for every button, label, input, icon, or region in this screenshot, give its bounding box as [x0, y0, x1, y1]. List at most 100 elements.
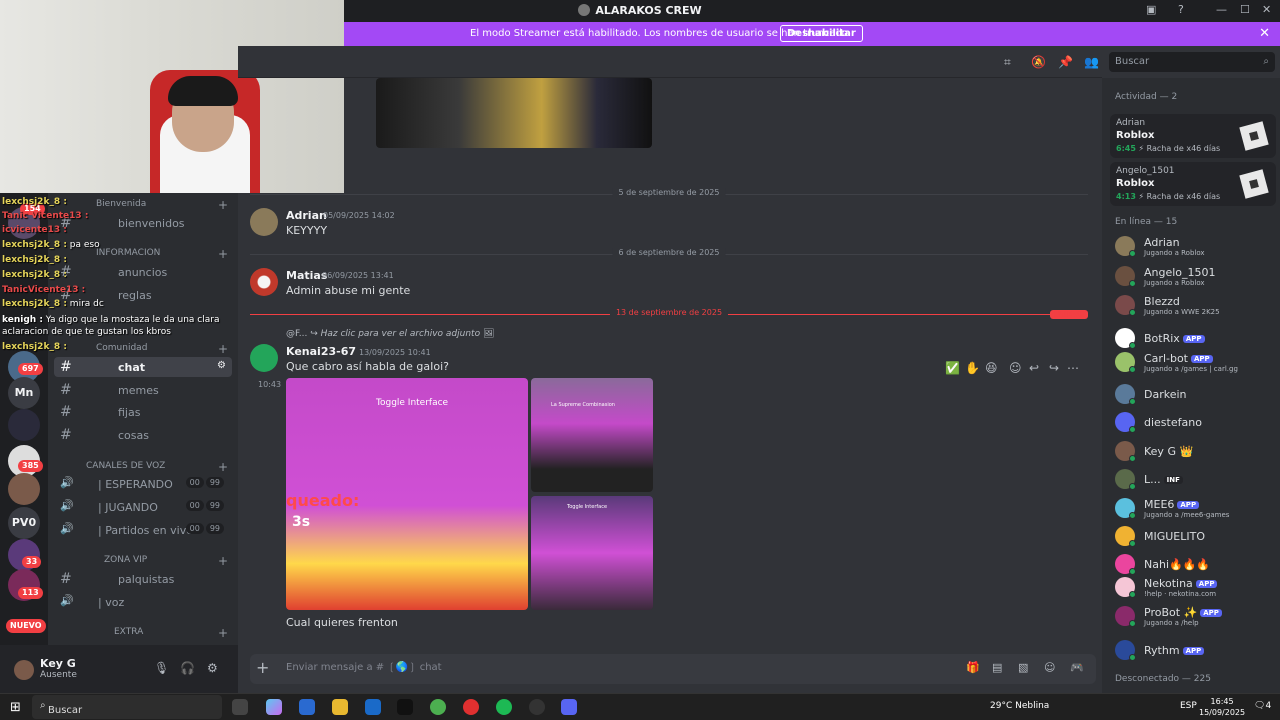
channel-fijas[interactable]: # fijas [54, 402, 232, 422]
emoji-icon[interactable]: ☺ [1044, 661, 1055, 674]
voice-channel-voz[interactable]: 🔊 | voz [54, 592, 232, 612]
channel-cosas[interactable]: # cosas [54, 425, 232, 445]
taskbar-search[interactable]: ⌕ Buscar [32, 695, 222, 719]
headphones-icon[interactable]: 🎧 [180, 661, 195, 675]
channel-palquistas[interactable]: # palquistas [54, 569, 232, 589]
server-icon[interactable] [8, 473, 40, 505]
member-row[interactable]: L... INF [1115, 467, 1275, 495]
channel-settings-icon[interactable]: ⚙ [217, 360, 226, 371]
outlook-icon[interactable] [365, 699, 381, 715]
spotify-icon[interactable] [496, 699, 512, 715]
member-row[interactable]: Key G 👑 [1115, 439, 1275, 467]
upload-icon[interactable]: + [256, 658, 269, 677]
pinned-icon[interactable]: 📌 [1058, 55, 1073, 69]
server-icon[interactable] [8, 409, 40, 441]
add-channel-icon[interactable]: + [218, 247, 228, 261]
clock[interactable]: 16:45 15/09/2025 [1199, 696, 1245, 718]
sticker-icon[interactable]: ▧ [1018, 661, 1028, 674]
avatar[interactable] [250, 208, 278, 236]
add-reaction-icon[interactable]: ☺ [1009, 361, 1022, 375]
forward-icon[interactable]: ↪ [1049, 361, 1059, 375]
minimize-button[interactable]: — [1216, 3, 1227, 16]
app-icon[interactable] [463, 699, 479, 715]
message-composer[interactable]: + Enviar mensaje a # ❲🌎❳ chat 🎁 ▤ ▧ ☺ 🎮 [250, 654, 1096, 684]
chrome-icon[interactable] [430, 699, 446, 715]
obs-icon[interactable] [529, 699, 545, 715]
member-row[interactable]: Darkein [1115, 382, 1275, 410]
channel-chat[interactable]: # chat ⚙ [54, 357, 232, 377]
search-input[interactable]: Buscar ⌕ [1109, 52, 1275, 72]
channel-reglas[interactable]: # reglas [54, 285, 232, 305]
member-row[interactable]: Carl-bot APP Jugando a /games | carl.gg [1115, 350, 1275, 378]
activity-card[interactable]: Adrian Roblox 6:45 ⚡ Racha de x46 días [1110, 114, 1276, 158]
channel-anuncios[interactable]: # anuncios [54, 262, 232, 282]
add-channel-icon[interactable]: + [218, 554, 228, 568]
gift-icon[interactable]: 🎁 [966, 661, 980, 674]
voice-channel-partidos[interactable]: 🔊 | Partidos en vivo 00 99 [54, 520, 232, 540]
user-settings-icon[interactable]: ⚙ [207, 661, 218, 675]
attachment-image[interactable]: Toggle Interface [531, 496, 653, 610]
language-indicator[interactable]: ESP [1180, 701, 1197, 711]
discord-icon[interactable] [561, 699, 577, 715]
reply-preview[interactable]: @F... ↪ Haz clic para ver el archivo adj… [286, 329, 494, 339]
category-informacion[interactable]: INFORMACION + [58, 247, 234, 261]
windows-start-icon[interactable]: ⊞ [10, 700, 21, 715]
activity-card[interactable]: Angelo_1501 Roblox 4:13 ⚡ Racha de x46 d… [1110, 162, 1276, 206]
reaction-check-icon[interactable]: ✅ [945, 361, 960, 375]
disable-streamer-button[interactable]: Deshabilitar [780, 25, 863, 42]
gif-icon[interactable]: ▤ [992, 661, 1002, 674]
attachment-image[interactable]: La Supreme Combinasion [531, 378, 653, 492]
member-row[interactable]: Angelo_1501 Jugando a Roblox [1115, 264, 1275, 292]
member-row[interactable]: Blezzd Jugando a WWE 2K25 [1115, 293, 1275, 321]
channel-bienvenidos[interactable]: # bienvenidos [54, 213, 232, 233]
avatar[interactable] [250, 268, 278, 296]
weather-widget[interactable]: 29°C Neblina [990, 701, 1049, 711]
member-row[interactable]: ProBot ✨ APP Jugando a /help [1115, 604, 1275, 632]
member-row[interactable]: Nekotina APP !help · nekotina.com [1115, 575, 1275, 603]
voice-channel-jugando[interactable]: 🔊 | JUGANDO 00 99 [54, 497, 232, 517]
notifications-icon[interactable]: 🗨4 [1254, 701, 1271, 711]
member-row[interactable]: Rythm APP [1115, 638, 1275, 666]
explorer-icon[interactable] [332, 699, 348, 715]
inbox-icon[interactable]: ▣ [1146, 3, 1156, 16]
reply-icon[interactable]: ↩ [1029, 361, 1039, 375]
more-options-icon[interactable]: ⋯ [1067, 361, 1079, 375]
apps-icon[interactable]: 🎮 [1070, 661, 1084, 674]
help-icon[interactable]: ? [1178, 3, 1184, 16]
microphone-icon[interactable]: 🎙 [154, 661, 169, 675]
task-view-icon[interactable] [232, 699, 248, 715]
add-channel-icon[interactable]: + [218, 626, 228, 640]
member-row[interactable]: MIGUELITO [1115, 524, 1275, 552]
category-voz[interactable]: CANALES DE VOZ + [58, 460, 234, 474]
category-bienvenida[interactable]: Bienvenida + [58, 198, 234, 212]
threads-icon[interactable]: ⌗ [1004, 55, 1011, 70]
message-image[interactable] [376, 78, 652, 148]
avatar[interactable] [250, 344, 278, 372]
channel-memes[interactable]: # memes [54, 380, 232, 400]
server-mn[interactable]: Mn [8, 377, 40, 409]
reaction-laugh-icon[interactable]: 😆 [985, 361, 998, 375]
category-comunidad[interactable]: Comunidad + [58, 342, 234, 356]
close-window-button[interactable]: ✕ [1262, 3, 1271, 16]
attachment-image-main[interactable]: Toggle Interface queado: 3s [286, 378, 528, 610]
member-list-icon[interactable]: 👥 [1084, 55, 1099, 69]
notifications-icon[interactable]: 🔕 [1031, 55, 1046, 69]
member-row[interactable]: diestefano [1115, 410, 1275, 438]
add-channel-icon[interactable]: + [218, 460, 228, 474]
close-banner-icon[interactable]: ✕ [1259, 26, 1270, 41]
category-extra[interactable]: EXTRA + [58, 626, 234, 640]
copilot-icon[interactable] [266, 699, 282, 715]
store-icon[interactable] [299, 699, 315, 715]
add-channel-icon[interactable]: + [218, 342, 228, 356]
member-row[interactable]: MEE6 APP Jugando a /mee6-games [1115, 496, 1275, 524]
server-pv0[interactable]: PV0 [8, 507, 40, 539]
category-vip[interactable]: ZONA VIP + [58, 554, 234, 568]
maximize-button[interactable]: ☐ [1240, 3, 1250, 16]
voice-channel-esperando[interactable]: 🔊 | ESPERANDO 00 99 [54, 474, 232, 494]
reaction-hand-icon[interactable]: ✋ [965, 361, 980, 375]
message-author[interactable]: Adrian [286, 209, 327, 222]
tiktok-icon[interactable] [397, 699, 413, 715]
member-row[interactable]: Adrian Jugando a Roblox [1115, 234, 1275, 262]
avatar[interactable] [14, 660, 34, 680]
message-author[interactable]: Kenai23-67 [286, 345, 356, 358]
